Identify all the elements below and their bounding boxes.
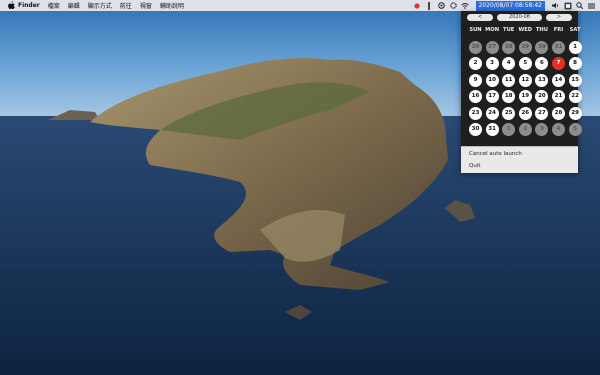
calendar-day[interactable]: 11 [502, 73, 516, 87]
calendar-day[interactable]: 12 [518, 73, 532, 87]
quit-item[interactable]: Quit [469, 163, 481, 169]
menu-file[interactable]: 檔案 [48, 1, 60, 10]
apple-icon[interactable] [4, 0, 18, 11]
calendar-day-outside[interactable]: 31 [552, 41, 565, 54]
menu-view[interactable]: 顯示方式 [88, 1, 112, 10]
calendar-day-outside[interactable]: 3 [535, 123, 549, 136]
calendar-day[interactable]: 13 [535, 73, 549, 87]
clock-display[interactable]: 2020/08/07 08:58:42 [475, 0, 545, 11]
menu-finder[interactable]: Finder [18, 2, 40, 9]
calendar-day[interactable]: 7 [552, 57, 565, 71]
volume-icon[interactable] [551, 1, 560, 10]
calendar-day[interactable]: 25 [502, 106, 516, 120]
record-icon[interactable] [413, 1, 422, 10]
calendar-day-outside[interactable]: 27 [485, 41, 499, 54]
calendar-day-outside[interactable]: 4 [552, 123, 565, 136]
keyboard-icon[interactable] [563, 1, 572, 10]
weekday-label: MON [485, 27, 500, 33]
menu-help[interactable]: 輔助說明 [160, 1, 184, 10]
calendar-day[interactable]: 30 [469, 123, 482, 136]
calendar-day[interactable]: 20 [535, 90, 549, 104]
menu-bar: Finder 檔案 編輯 顯示方式 前往 視窗 輔助說明 2020/08/07 … [0, 0, 600, 11]
next-month-button[interactable]: > [546, 14, 572, 21]
weekday-label: SAT [569, 27, 581, 33]
calendar-popover: < 2020-08 > SUN MON TUE WED THU FRI SAT 26 27 28… [461, 11, 582, 173]
calendar-day-outside[interactable]: 30 [535, 41, 549, 54]
calendar-day[interactable]: 3 [485, 57, 499, 71]
calendar-day-outside[interactable]: 5 [568, 123, 582, 136]
calendar-day[interactable]: 2 [469, 57, 482, 71]
calendar-day[interactable]: 23 [469, 106, 482, 120]
search-icon[interactable] [575, 1, 584, 10]
calendar-day[interactable]: 19 [518, 90, 532, 104]
menu-go[interactable]: 前往 [120, 1, 132, 10]
calendar-day[interactable]: 22 [568, 90, 582, 104]
cancel-auto-launch-item[interactable]: Cancel auto launch [469, 151, 522, 157]
calendar-day-outside[interactable]: 2 [518, 123, 532, 136]
weekday-label: TUE [503, 27, 515, 33]
pin-icon[interactable] [425, 1, 434, 10]
calendar-day[interactable]: 18 [502, 90, 516, 104]
gear-icon[interactable] [449, 1, 458, 10]
menu-icon[interactable] [587, 1, 596, 10]
calendar-day[interactable]: 15 [568, 73, 582, 87]
weekday-label: FRI [553, 27, 564, 33]
calendar-day[interactable]: 21 [552, 90, 565, 104]
menu-window[interactable]: 視窗 [140, 1, 152, 10]
calendar-day[interactable]: 8 [568, 57, 582, 71]
calendar-day[interactable]: 17 [485, 90, 499, 104]
calendar-nav: < 2020-08 > [461, 11, 578, 23]
calendar-day-outside[interactable]: 26 [469, 41, 482, 54]
calendar-day-outside[interactable]: 28 [502, 41, 516, 54]
calendar-day[interactable]: 6 [535, 57, 549, 71]
calendar-day-outside[interactable]: 1 [502, 123, 516, 136]
calendar-day[interactable]: 5 [518, 57, 532, 71]
calendar-day[interactable]: 27 [535, 106, 549, 120]
calendar-day[interactable]: 4 [502, 57, 516, 71]
weekday-label: THU [535, 27, 548, 33]
prev-month-button[interactable]: < [467, 14, 493, 21]
context-menu: Cancel auto launch Quit [461, 146, 578, 173]
calendar-day[interactable]: 1 [568, 41, 582, 54]
menu-edit[interactable]: 編輯 [68, 1, 80, 10]
calendar-day[interactable]: 28 [552, 106, 565, 120]
calendar-day[interactable]: 9 [469, 73, 482, 87]
calendar-day[interactable]: 29 [568, 106, 582, 120]
calendar-day-outside[interactable]: 29 [518, 41, 532, 54]
wifi-icon[interactable] [461, 1, 470, 10]
calendar-day[interactable]: 26 [518, 106, 532, 120]
calendar-day[interactable]: 31 [485, 123, 499, 136]
calendar-day[interactable]: 16 [469, 90, 482, 104]
spotlight-alt-icon[interactable] [437, 1, 446, 10]
weekday-label: SUN [469, 27, 482, 33]
month-label: 2020-08 [497, 14, 542, 21]
calendar-day[interactable]: 14 [552, 73, 565, 87]
calendar-day[interactable]: 24 [485, 106, 499, 120]
calendar-day[interactable]: 10 [485, 73, 499, 87]
weekday-label: WED [518, 27, 533, 33]
